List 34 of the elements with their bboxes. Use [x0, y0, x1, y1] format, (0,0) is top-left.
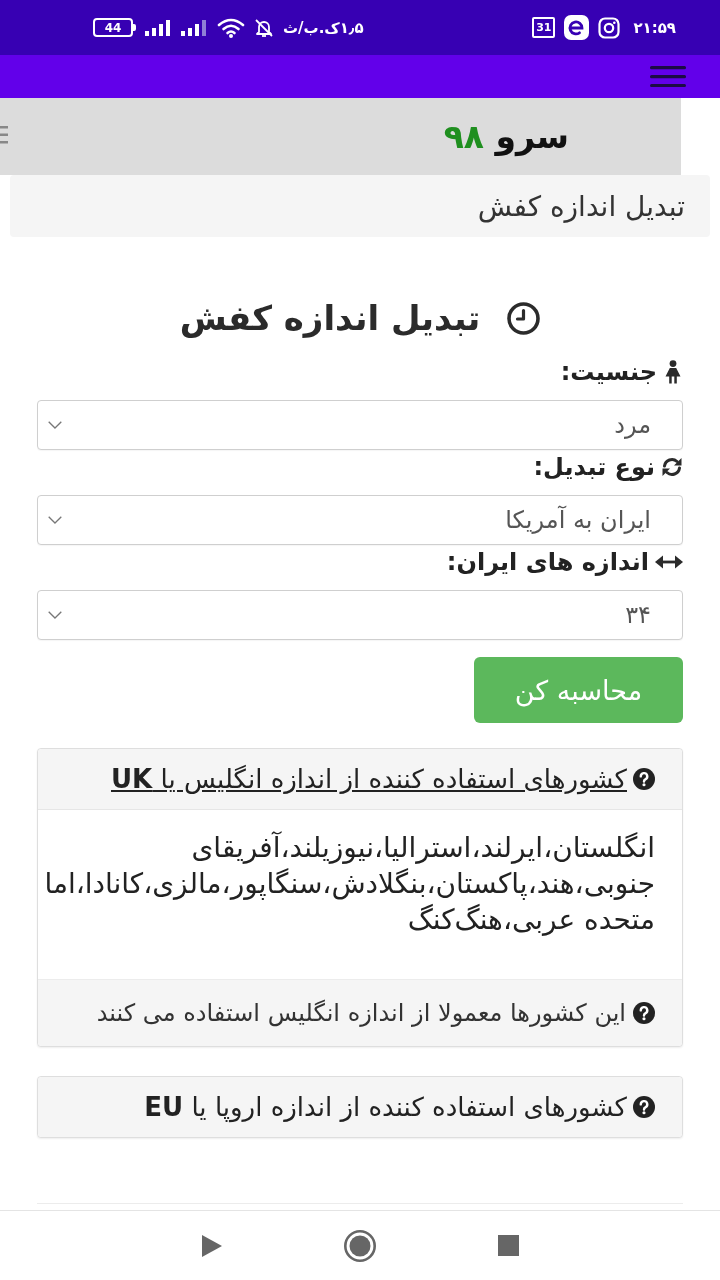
- clock-icon: [507, 301, 541, 335]
- square-icon: [497, 1235, 519, 1256]
- left-right-arrow-icon: [655, 555, 683, 569]
- battery-indicator: 44: [93, 18, 136, 37]
- chevron-down-icon: [48, 516, 62, 524]
- menu-icon[interactable]: [0, 125, 8, 144]
- chevron-down-icon: [48, 421, 62, 429]
- country-list: انگلستان،ایرلند،استرالیا،نیوزیلند،آفریقای جنوبی،هند،پاکستان،بنگلادش،سنگاپور،مالزی،کانادا،اما متحده عربی،هنگ‌کنگ: [1, 830, 655, 938]
- help-icon: [633, 1096, 655, 1118]
- signal-icon: [181, 19, 208, 36]
- field-label: اندازه های ایران:: [446, 548, 649, 576]
- clock-time: ۲۱:۵۹: [633, 18, 676, 37]
- select-field[interactable]: ۳۴: [37, 590, 683, 640]
- camera-icon: [598, 16, 621, 39]
- network-speed: ۱٫۵ک.ب/ث: [283, 18, 364, 37]
- help-icon: [633, 768, 655, 790]
- calendar-indicator: 31: [532, 17, 556, 38]
- select-field[interactable]: مرد: [37, 400, 683, 450]
- bell-off-icon: [254, 17, 274, 38]
- select-field[interactable]: ایران به آمریکا: [37, 495, 683, 545]
- panel-footer-text: این کشورها معمولا از اندازه انگلیس استفاده می کنند: [96, 999, 626, 1027]
- chevron-down-icon: [48, 611, 62, 619]
- ring-icon: [344, 1229, 376, 1262]
- page-heading: تبدیل اندازه کفش: [179, 298, 481, 338]
- signal-icon: [145, 19, 172, 36]
- field-label: نوع تبدیل:: [533, 453, 655, 481]
- help-icon: [633, 1002, 655, 1024]
- person-icon: [663, 360, 683, 384]
- app-icon: [564, 15, 590, 40]
- refresh-icon: [661, 457, 683, 477]
- field-label: جنسیت:: [560, 358, 657, 386]
- triangle-icon: [202, 1234, 222, 1257]
- wifi-icon: [217, 17, 245, 38]
- breadcrumb: تبدیل اندازه کفش: [10, 175, 710, 237]
